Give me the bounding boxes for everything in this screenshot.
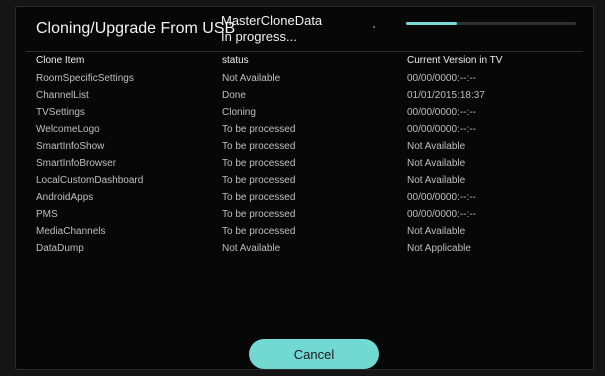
table-row[interactable]: WelcomeLogo To be processed 00/00/0000:--:…	[16, 121, 593, 138]
clone-item-version: Not Available	[407, 141, 466, 152]
clone-item-name: LocalCustomDashboard	[36, 175, 144, 186]
table-row[interactable]: SmartInfoBrowser To be processed Not Avail…	[16, 155, 593, 172]
clone-item-name: ChannelList	[36, 90, 89, 101]
clone-item-name: AndroidApps	[36, 192, 94, 203]
clone-dialog: Cloning/Upgrade From USB MasterCloneData…	[15, 6, 594, 370]
job-status: In progress...	[221, 29, 297, 44]
clone-item-version: 00/00/0000:--:--	[407, 209, 476, 220]
clone-item-version: Not Available	[407, 226, 466, 237]
clone-item-status: To be processed	[222, 124, 296, 135]
clone-item-version: 01/01/2015:18:37	[407, 90, 485, 101]
clone-item-status: To be processed	[222, 158, 296, 169]
clone-item-name: SmartInfoShow	[36, 141, 105, 152]
progress-bar	[406, 22, 576, 25]
cancel-button[interactable]: Cancel	[249, 339, 379, 369]
activity-indicator	[373, 26, 375, 28]
header-divider	[26, 51, 583, 52]
clone-items-table: RoomSpecificSettings Not Available 00/00/0…	[16, 70, 593, 257]
clone-item-version: Not Applicable	[407, 243, 471, 254]
job-name: MasterCloneData	[221, 13, 323, 28]
table-row[interactable]: ChannelList Done 01/01/2015:18:37	[16, 87, 593, 104]
table-row[interactable]: RoomSpecificSettings Not Available 00/00/0…	[16, 70, 593, 87]
clone-item-status: To be processed	[222, 192, 296, 203]
column-header-clone-item: Clone Item	[36, 55, 85, 66]
column-header-current-version: Current Version in TV	[407, 55, 503, 66]
column-header-status: status	[222, 55, 249, 66]
table-row[interactable]: AndroidApps To be processed 00/00/0000:--:…	[16, 189, 593, 206]
clone-item-status: Not Available	[222, 243, 281, 254]
clone-item-name: DataDump	[36, 243, 84, 254]
clone-item-status: To be processed	[222, 141, 296, 152]
clone-item-name: SmartInfoBrowser	[36, 158, 117, 169]
clone-item-version: Not Available	[407, 175, 466, 186]
table-row[interactable]: MediaChannels To be processed Not Availabl…	[16, 223, 593, 240]
clone-item-name: RoomSpecificSettings	[36, 73, 134, 84]
clone-item-status: Cloning	[222, 107, 256, 118]
table-row[interactable]: SmartInfoShow To be processed Not Availabl…	[16, 138, 593, 155]
clone-item-version: Not Available	[407, 158, 466, 169]
clone-item-version: 00/00/0000:--:--	[407, 107, 476, 118]
clone-item-version: 00/00/0000:--:--	[407, 73, 476, 84]
clone-item-version: 00/00/0000:--:--	[407, 124, 476, 135]
clone-job-info: MasterCloneData In progress...	[221, 13, 322, 45]
dialog-title: Cloning/Upgrade From USB	[36, 20, 236, 37]
clone-item-version: 00/00/0000:--:--	[407, 192, 476, 203]
table-row[interactable]: LocalCustomDashboard To be processed Not A…	[16, 172, 593, 189]
clone-item-name: PMS	[36, 209, 58, 220]
clone-item-status: Not Available	[222, 73, 281, 84]
table-row[interactable]: PMS To be processed 00/00/0000:--:--	[16, 206, 593, 223]
clone-item-name: TVSettings	[36, 107, 85, 118]
clone-item-name: MediaChannels	[36, 226, 106, 237]
table-row[interactable]: TVSettings Cloning 00/00/0000:--:--	[16, 104, 593, 121]
progress-bar-fill	[406, 22, 457, 25]
clone-item-status: To be processed	[222, 226, 296, 237]
clone-item-status: To be processed	[222, 209, 296, 220]
clone-item-status: Done	[222, 90, 246, 101]
clone-item-status: To be processed	[222, 175, 296, 186]
table-row[interactable]: DataDump Not Available Not Applicable	[16, 240, 593, 257]
clone-item-name: WelcomeLogo	[36, 124, 100, 135]
